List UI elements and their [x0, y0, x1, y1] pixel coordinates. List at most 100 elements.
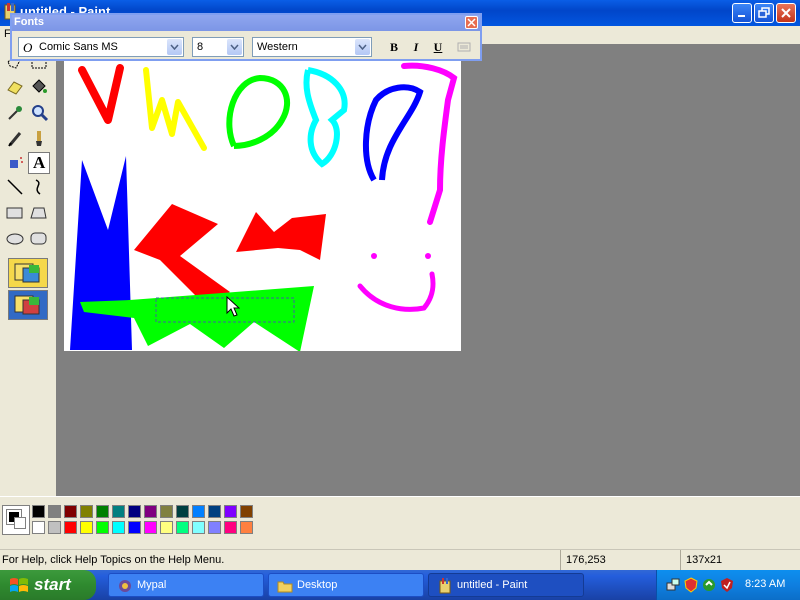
- chevron-down-icon: [170, 44, 179, 50]
- task-label: Mypal: [137, 579, 167, 591]
- palette-swatch[interactable]: [176, 505, 189, 518]
- palette-swatch[interactable]: [32, 521, 45, 534]
- start-button[interactable]: start: [0, 570, 96, 600]
- mypal-icon: [119, 580, 131, 592]
- status-size-value: 137x21: [686, 554, 723, 566]
- chevron-down-icon: [358, 44, 367, 50]
- minimize-icon: [738, 15, 745, 17]
- folder-icon: [277, 581, 293, 593]
- close-icon: [467, 18, 476, 27]
- drawing: [70, 62, 458, 352]
- rectangle-icon[interactable]: [4, 202, 26, 224]
- palette-swatch[interactable]: [224, 505, 237, 518]
- vertical-text-icon[interactable]: [456, 39, 472, 55]
- fonts-toolbar-close-button[interactable]: [465, 16, 478, 29]
- eraser-icon[interactable]: [4, 76, 26, 98]
- bold-button[interactable]: B: [384, 37, 404, 57]
- drawing-canvas[interactable]: [64, 60, 461, 352]
- palette-swatch[interactable]: [176, 521, 189, 534]
- font-script-select[interactable]: Western: [252, 37, 372, 57]
- update-icon[interactable]: [701, 577, 717, 593]
- curve-icon[interactable]: [28, 176, 50, 198]
- polygon-icon[interactable]: [28, 202, 50, 224]
- palette-swatch[interactable]: [48, 505, 61, 518]
- palette-swatch[interactable]: [208, 505, 221, 518]
- palette-swatch[interactable]: [96, 505, 109, 518]
- palette-swatch[interactable]: [144, 521, 157, 534]
- font-size-dropdown[interactable]: [227, 39, 242, 55]
- palette-swatch[interactable]: [240, 521, 253, 534]
- minimize-button[interactable]: [732, 3, 752, 23]
- text-tool[interactable]: A: [28, 152, 50, 174]
- opentype-font-icon: O: [23, 40, 33, 55]
- color-palette: [0, 496, 800, 547]
- rounded-rectangle-icon[interactable]: [28, 228, 50, 250]
- task-paint[interactable]: untitled - Paint: [428, 573, 584, 597]
- font-script-dropdown[interactable]: [355, 39, 370, 55]
- airbrush-icon[interactable]: [4, 152, 26, 174]
- font-name-select[interactable]: O Comic Sans MS: [18, 37, 184, 57]
- chevron-down-icon: [230, 44, 239, 50]
- close-button[interactable]: [776, 3, 796, 23]
- palette-swatch[interactable]: [96, 521, 109, 534]
- palette-swatch[interactable]: [80, 521, 93, 534]
- tool-box: A: [0, 44, 56, 496]
- restore-icon: [758, 7, 770, 18]
- palette-swatch[interactable]: [112, 505, 125, 518]
- palette-swatch[interactable]: [224, 521, 237, 534]
- font-size-select[interactable]: 8: [192, 37, 244, 57]
- taskbar: start Mypal Desktop untitled - Paint 8:2…: [0, 570, 800, 600]
- maximize-button[interactable]: [754, 3, 774, 23]
- ellipse-icon[interactable]: [4, 228, 26, 250]
- task-mypal[interactable]: Mypal: [108, 573, 264, 597]
- opaque-background-icon: [14, 263, 40, 283]
- palette-swatch[interactable]: [128, 505, 141, 518]
- text-icon: A: [33, 153, 46, 172]
- font-name-dropdown[interactable]: [167, 39, 182, 55]
- brush-icon[interactable]: [28, 128, 50, 150]
- clock: 8:23 AM: [745, 578, 786, 590]
- palette-swatch[interactable]: [48, 521, 61, 534]
- mouse-cursor-icon: [226, 296, 240, 317]
- palette-swatch[interactable]: [32, 505, 45, 518]
- pencil-icon[interactable]: [4, 128, 26, 150]
- status-help-text: For Help, click Help Topics on the Help …: [2, 554, 225, 566]
- status-coordinates: 176,253: [560, 550, 677, 570]
- network-icon[interactable]: [665, 577, 681, 593]
- palette-swatch[interactable]: [208, 521, 221, 534]
- fill-with-color-icon[interactable]: [28, 76, 50, 98]
- opaque-background-option[interactable]: [8, 258, 48, 288]
- paint-app-icon: [439, 578, 451, 594]
- underline-button[interactable]: U: [428, 37, 448, 57]
- font-script-value: Western: [257, 41, 298, 53]
- windows-logo-icon: [10, 578, 28, 592]
- transparent-background-option[interactable]: [8, 290, 48, 320]
- magnifier-icon[interactable]: [28, 102, 50, 124]
- task-desktop[interactable]: Desktop: [268, 573, 424, 597]
- palette-swatch[interactable]: [64, 505, 77, 518]
- palette-swatch[interactable]: [128, 521, 141, 534]
- palette-swatch[interactable]: [80, 505, 93, 518]
- palette-swatch[interactable]: [160, 505, 173, 518]
- palette-swatch[interactable]: [192, 521, 205, 534]
- palette-swatch[interactable]: [192, 505, 205, 518]
- line-icon[interactable]: [4, 176, 26, 198]
- palette-swatch[interactable]: [112, 521, 125, 534]
- fonts-toolbar: Fonts O Comic Sans MS 8 Western B I U: [10, 13, 482, 61]
- italic-button[interactable]: I: [406, 37, 426, 57]
- background-color: [14, 517, 26, 529]
- palette-swatch[interactable]: [240, 505, 253, 518]
- system-tray: 8:23 AM: [656, 570, 800, 600]
- palette-swatch[interactable]: [144, 505, 157, 518]
- pick-color-icon[interactable]: [4, 102, 26, 124]
- palette-swatch[interactable]: [64, 521, 77, 534]
- antivirus-icon[interactable]: [719, 577, 735, 593]
- status-coordinates-value: 176,253: [566, 554, 606, 566]
- fonts-toolbar-titlebar: Fonts: [12, 15, 480, 31]
- font-name-value: Comic Sans MS: [39, 41, 118, 53]
- font-size-value: 8: [197, 41, 204, 53]
- security-shield-icon[interactable]: [683, 577, 699, 593]
- transparent-background-icon: [14, 295, 40, 315]
- palette-swatch[interactable]: [160, 521, 173, 534]
- current-colors[interactable]: [2, 505, 30, 535]
